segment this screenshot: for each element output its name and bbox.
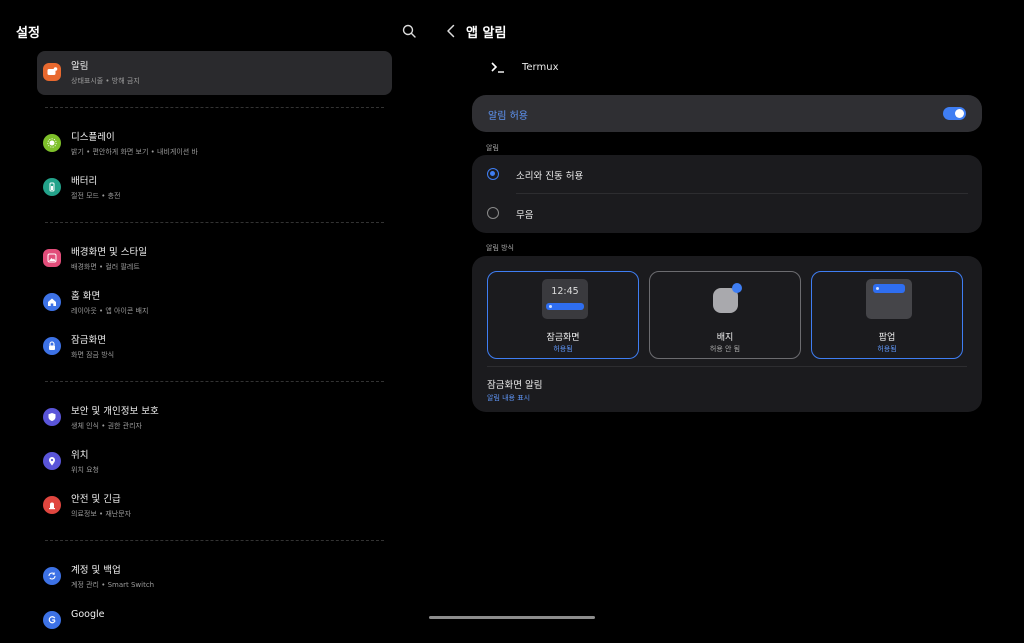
menu-item-display[interactable]: 디스플레이 밝기 • 편안하게 화면 보기 • 내비게이션 바 xyxy=(37,122,392,166)
style-option-status: 허용 안 됨 xyxy=(709,345,741,353)
style-option-status: 허용됨 xyxy=(877,345,897,353)
sun-icon xyxy=(43,134,61,152)
menu-item-label: Google xyxy=(71,609,105,620)
menu-item-sub: 화면 잠금 방식 xyxy=(71,351,115,359)
style-option-lock-screen[interactable]: 12:45 잠금화면 허용됨 xyxy=(487,271,639,359)
radio-sound-vibrate[interactable]: 소리와 진동 허용 xyxy=(472,155,982,194)
style-option-status: 허용됨 xyxy=(553,345,573,353)
menu-item-sub: 배경화면 • 컬러 팔레트 xyxy=(71,263,140,271)
app-name: Termux xyxy=(522,61,559,73)
shield-icon xyxy=(43,408,61,426)
radio-label: 무음 xyxy=(516,210,534,221)
style-option-popup[interactable]: 팝업 허용됨 xyxy=(811,271,963,359)
image-icon xyxy=(43,249,61,267)
radio-label: 소리와 진동 허용 xyxy=(516,171,584,182)
settings-panel: 설정 알림 상태표시줄 • 방해 금지 디스플레이 밝기 • 편안하게 화면 보… xyxy=(0,0,430,629)
preview-notification-bar xyxy=(873,284,905,293)
menu-item-google[interactable]: Google xyxy=(37,599,392,643)
menu-item-accounts[interactable]: 계정 및 백업 계정 관리 • Smart Switch xyxy=(37,555,392,599)
alerts-section-label: 알림 xyxy=(486,144,499,152)
menu-item-sub: 계정 관리 • Smart Switch xyxy=(71,581,155,589)
menu-item-label: 디스플레이 xyxy=(71,132,115,143)
lock-screen-notifications-value: 알림 내용 표시 xyxy=(487,394,531,402)
google-icon xyxy=(43,611,61,629)
home-icon xyxy=(43,293,61,311)
menu-item-sub: 의료정보 • 재난문자 xyxy=(71,510,132,518)
menu-item-wallpaper[interactable]: 배경화면 및 스타일 배경화면 • 컬러 팔레트 xyxy=(37,237,392,281)
menu-item-sub: 밝기 • 편안하게 화면 보기 • 내비게이션 바 xyxy=(71,148,198,156)
menu-item-label: 잠금화면 xyxy=(71,335,106,346)
menu-item-label: 배터리 xyxy=(71,176,98,187)
sync-icon xyxy=(43,567,61,585)
menu-item-battery[interactable]: 배터리 절전 모드 • 충전 xyxy=(37,166,392,210)
preview-notification-bar xyxy=(546,303,584,310)
home-indicator[interactable] xyxy=(429,616,595,619)
menu-item-location[interactable]: 위치 위치 요청 xyxy=(37,440,392,484)
toggle-knob xyxy=(955,109,964,118)
menu-item-label: 배경화면 및 스타일 xyxy=(71,247,147,258)
menu-item-safety[interactable]: 안전 및 긴급 의료정보 • 재난문자 xyxy=(37,484,392,528)
settings-title: 설정 xyxy=(16,26,40,41)
menu-item-label: 계정 및 백업 xyxy=(71,565,121,576)
menu-item-home-screen[interactable]: 홈 화면 레이아웃 • 앱 아이콘 배지 xyxy=(37,281,392,325)
style-option-badge[interactable]: 배지 허용 안 됨 xyxy=(649,271,801,359)
preview-time: 12:45 xyxy=(551,286,579,297)
alert-type-card: 소리와 진동 허용 무음 xyxy=(472,155,982,233)
menu-item-label: 안전 및 긴급 xyxy=(71,494,121,505)
menu-item-sub: 위치 요청 xyxy=(71,466,99,474)
style-option-label: 팝업 xyxy=(878,333,896,343)
search-icon xyxy=(402,24,416,38)
style-option-label: 잠금화면 xyxy=(546,333,580,343)
lock-icon xyxy=(43,337,61,355)
style-option-label: 배지 xyxy=(716,333,734,343)
menu-item-sub: 생체 인식 • 권한 관리자 xyxy=(71,422,142,430)
lock-screen-notifications-row[interactable]: 잠금화면 알림 알림 내용 표시 xyxy=(472,368,982,408)
menu-item-sub: 레이아웃 • 앱 아이콘 배지 xyxy=(71,307,149,315)
allow-notifications-label: 알림 허용 xyxy=(488,111,528,122)
app-header: Termux xyxy=(490,60,559,74)
lock-screen-preview: 12:45 xyxy=(542,279,588,319)
menu-item-sub: 상태표시줄 • 방해 금지 xyxy=(71,77,140,85)
menu-item-lock-screen[interactable]: 잠금화면 화면 잠금 방식 xyxy=(37,325,392,369)
menu-item-notifications[interactable]: 알림 상태표시줄 • 방해 금지 xyxy=(37,51,392,95)
battery-icon xyxy=(43,178,61,196)
menu-item-security[interactable]: 보안 및 개인정보 보호 생체 인식 • 권한 관리자 xyxy=(37,396,392,440)
chevron-left-icon xyxy=(447,24,455,38)
notification-style-card: 12:45 잠금화면 허용됨 배지 허용 안 됨 팝업 허용됨 잠금화면 알림 … xyxy=(472,256,982,412)
page-title: 앱 알림 xyxy=(466,26,507,41)
menu-item-sub: 절전 모드 • 충전 xyxy=(71,192,121,200)
terminal-icon xyxy=(491,62,504,73)
alert-icon xyxy=(43,496,61,514)
settings-menu: 알림 상태표시줄 • 방해 금지 디스플레이 밝기 • 편안하게 화면 보기 •… xyxy=(37,51,392,643)
style-section-label: 알림 방식 xyxy=(486,244,514,252)
menu-item-label: 위치 xyxy=(71,450,89,461)
allow-notifications-toggle[interactable] xyxy=(943,107,966,120)
location-icon xyxy=(43,452,61,470)
allow-notifications-row[interactable]: 알림 허용 xyxy=(472,95,982,132)
radio-button[interactable] xyxy=(487,207,499,219)
lock-screen-notifications-title: 잠금화면 알림 xyxy=(487,380,543,391)
popup-preview xyxy=(866,279,912,319)
radio-button-selected[interactable] xyxy=(487,168,499,180)
radio-silent[interactable]: 무음 xyxy=(472,194,982,233)
divider xyxy=(487,366,967,367)
badge-dot-icon xyxy=(732,283,742,293)
menu-item-label: 홈 화면 xyxy=(71,291,101,302)
menu-item-label: 알림 xyxy=(71,61,89,72)
back-button[interactable] xyxy=(444,22,458,40)
bell-icon xyxy=(43,63,61,81)
menu-item-label: 보안 및 개인정보 보호 xyxy=(71,406,159,417)
search-button[interactable] xyxy=(398,20,420,42)
